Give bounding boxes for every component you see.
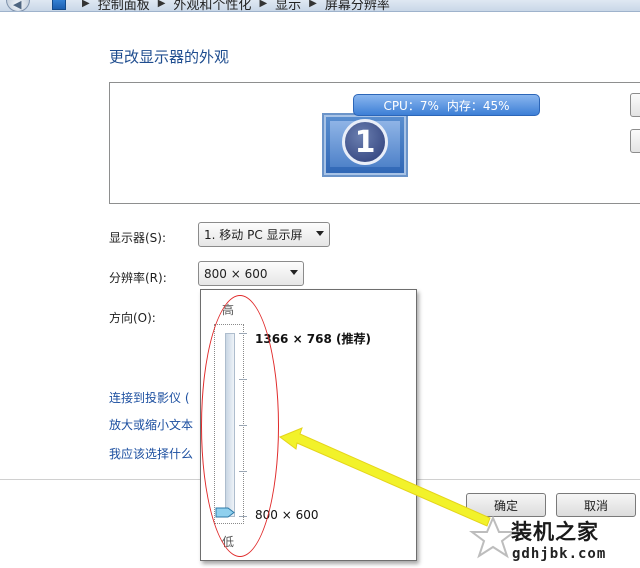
annotation-arrow-icon [278,427,491,527]
watermark-name: 装机之家 [511,520,599,544]
watermark-url: gdhjbk.com [512,546,607,562]
